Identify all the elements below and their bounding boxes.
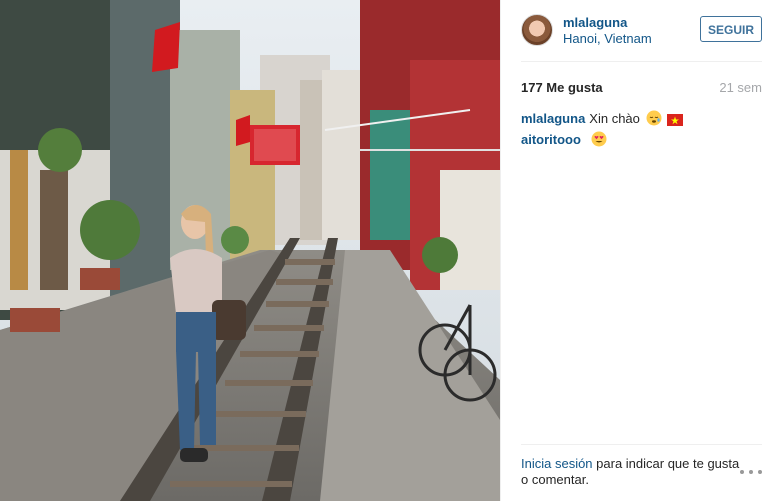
sleepy-face-icon xyxy=(646,110,662,126)
login-prompt: Inicia sesión para indicar que te gusta … xyxy=(521,456,743,488)
follow-button[interactable]: SEGUIR xyxy=(700,16,762,42)
caption: mlalaguna Xin chào xyxy=(521,110,762,127)
location-link[interactable]: Hanoi, Vietnam xyxy=(563,31,652,47)
post-header: mlalaguna Hanoi, Vietnam SEGUIR xyxy=(521,14,762,48)
post-photo[interactable] xyxy=(0,0,500,501)
vietnam-flag-icon xyxy=(667,114,684,126)
likes-count[interactable]: 177 Me gusta xyxy=(521,80,603,95)
comment: aitoritooo xyxy=(521,131,762,148)
comment-author-link[interactable]: aitoritooo xyxy=(521,132,581,147)
more-options-icon[interactable] xyxy=(740,468,762,476)
header-divider xyxy=(521,61,762,62)
railway-street-photo xyxy=(0,0,500,501)
footer-divider xyxy=(521,444,762,445)
post-time[interactable]: 21 sem xyxy=(719,80,762,95)
avatar[interactable] xyxy=(521,14,553,46)
username-link[interactable]: mlalaguna xyxy=(563,15,652,31)
post-stats: 177 Me gusta 21 sem xyxy=(521,80,762,96)
post-details-panel: mlalaguna Hanoi, Vietnam SEGUIR 177 Me g… xyxy=(500,0,780,501)
caption-text: Xin chào xyxy=(589,111,640,126)
user-info: mlalaguna Hanoi, Vietnam xyxy=(563,15,652,47)
heart-eyes-icon xyxy=(591,131,607,147)
login-link[interactable]: Inicia sesión xyxy=(521,456,593,471)
caption-author-link[interactable]: mlalaguna xyxy=(521,111,585,126)
